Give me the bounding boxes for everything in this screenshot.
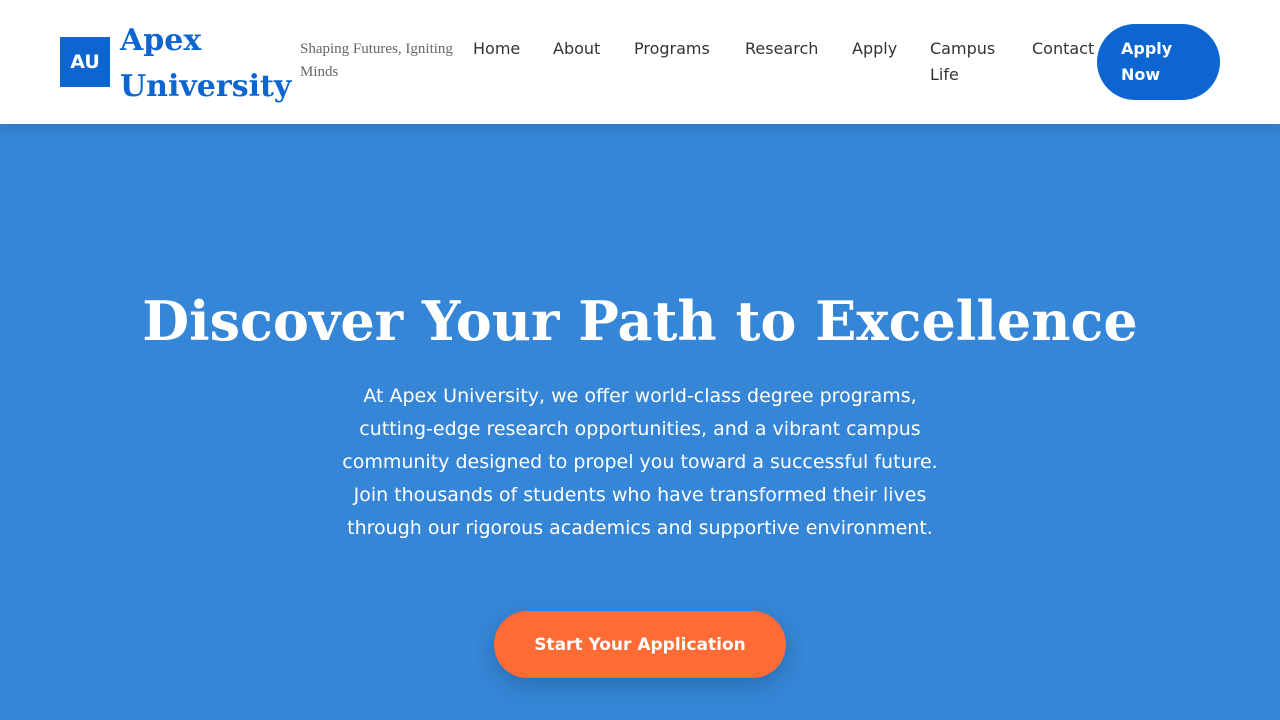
- nav-research[interactable]: Research: [745, 36, 818, 62]
- logo-mark[interactable]: AU: [60, 37, 110, 87]
- nav-campus-life[interactable]: Campus Life: [930, 36, 1010, 88]
- nav-about[interactable]: About: [553, 36, 600, 62]
- hero-title: Discover Your Path to Excellence: [142, 289, 1138, 353]
- nav-programs[interactable]: Programs: [634, 36, 710, 62]
- nav-apply[interactable]: Apply: [852, 36, 897, 62]
- apply-now-button[interactable]: Apply Now: [1097, 24, 1220, 100]
- hero-description: At Apex University, we offer world-class…: [342, 385, 938, 539]
- site-header: AU Apex University Shaping Futures, Igni…: [0, 0, 1280, 124]
- nav-contact[interactable]: Contact: [1032, 36, 1094, 62]
- nav-home[interactable]: Home: [473, 36, 520, 62]
- brand-name[interactable]: Apex University: [120, 18, 291, 110]
- tagline: Shaping Futures, Igniting Minds: [300, 41, 453, 80]
- start-application-button[interactable]: Start Your Application: [494, 611, 786, 678]
